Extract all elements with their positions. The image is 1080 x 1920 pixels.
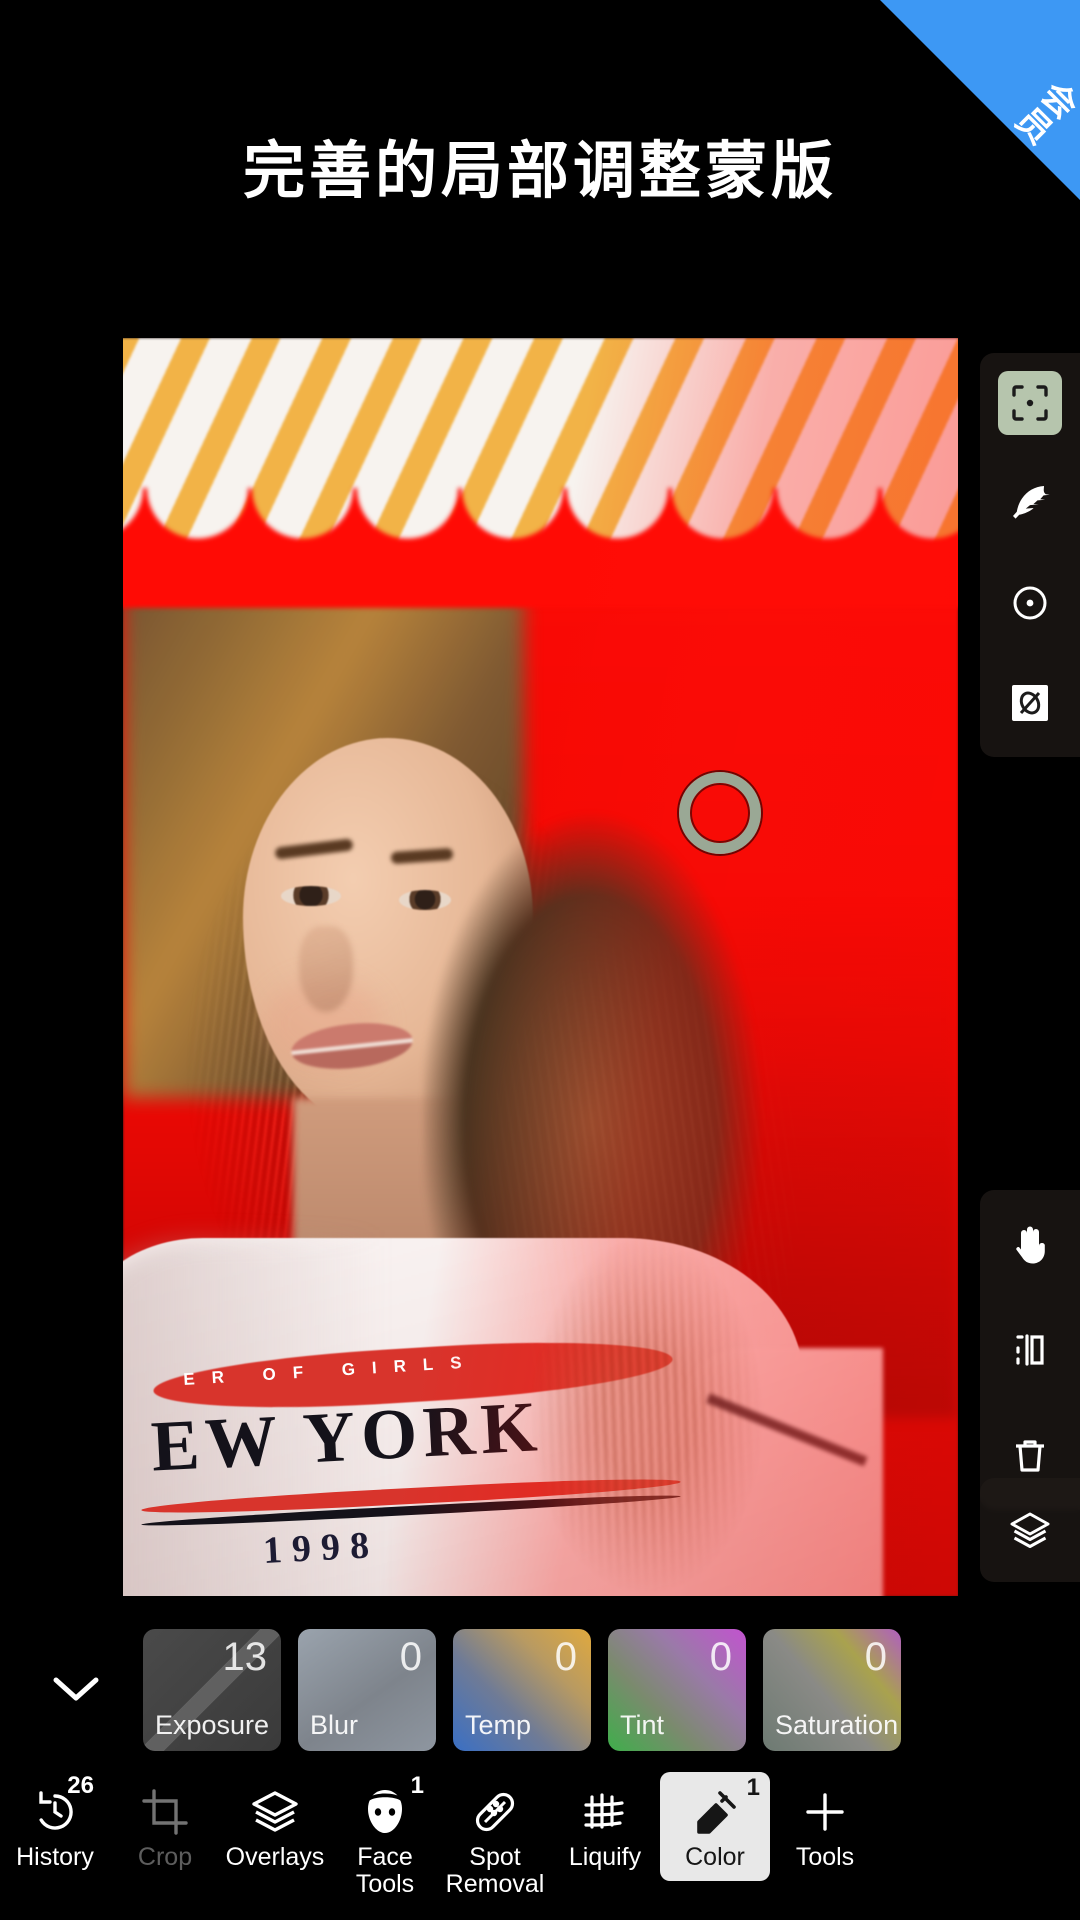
nav-item-color[interactable]: 1 Color [660, 1772, 770, 1881]
mask-selection-handle[interactable] [679, 772, 761, 854]
adjustment-label: Saturation [775, 1710, 899, 1740]
trash-icon [1008, 1434, 1052, 1478]
nav-label: Spot Removal [445, 1843, 545, 1898]
circle-dot-icon [1009, 582, 1051, 624]
target-icon [1010, 383, 1050, 423]
nav-item-overlays[interactable]: Overlays [220, 1772, 330, 1871]
subject-eye-left [281, 886, 341, 906]
layers-button[interactable] [998, 1498, 1062, 1562]
photo-canvas[interactable]: ER OF GIRLS EW YORK 1998 [123, 338, 958, 1596]
invert-icon [1009, 682, 1051, 724]
bottom-navigation: 26 History Crop Overlays 1 Face Tools Spot Remov… [0, 1760, 1080, 1920]
adjustment-card-saturation[interactable]: 0 Saturation [763, 1629, 901, 1751]
overlays-icon [249, 1784, 301, 1840]
nav-badge: 1 [746, 1774, 760, 1801]
adjustment-label: Temp [465, 1710, 532, 1740]
adjustment-label: Blur [310, 1710, 359, 1740]
nav-label: Face Tools [355, 1843, 415, 1898]
subject-nose [299, 926, 353, 1012]
invert-mask-button[interactable] [998, 671, 1062, 735]
pan-button[interactable] [998, 1212, 1062, 1276]
nav-label: Liquify [568, 1843, 642, 1871]
nav-item-tools[interactable]: Tools [770, 1772, 880, 1871]
mirror-icon [1008, 1328, 1052, 1372]
nav-label: Overlays [225, 1843, 325, 1871]
nav-item-face-tools[interactable]: 1 Face Tools [330, 1772, 440, 1898]
face-tools-icon [361, 1784, 409, 1840]
nav-item-spot-removal[interactable]: Spot Removal [440, 1772, 550, 1898]
adjustment-strip: 13 Exposure 0 Blur 0 Temp 0 Tint 0 Saturation [0, 1625, 1080, 1755]
edited-photo: ER OF GIRLS EW YORK 1998 [123, 338, 958, 1596]
spot-removal-icon [470, 1784, 520, 1840]
nav-badge: 26 [67, 1772, 94, 1799]
chevron-down-icon [48, 1670, 104, 1711]
adjustment-card-temp[interactable]: 0 Temp [453, 1629, 591, 1751]
feather-icon [1008, 481, 1052, 525]
nav-label: History [16, 1843, 94, 1871]
adjustment-label: Exposure [155, 1710, 270, 1740]
feather-button[interactable] [998, 471, 1062, 535]
adjustment-value: 0 [399, 1635, 422, 1679]
liquify-icon [580, 1784, 630, 1840]
target-mask-button[interactable] [998, 371, 1062, 435]
nav-item-liquify[interactable]: Liquify [550, 1772, 660, 1871]
plus-icon [800, 1784, 850, 1840]
adjustment-card-exposure[interactable]: 13 Exposure [143, 1629, 281, 1751]
adjustment-card-tint[interactable]: 0 Tint [608, 1629, 746, 1751]
page-title: 完善的局部调整蒙版 [242, 137, 837, 206]
nav-item-crop[interactable]: Crop [110, 1772, 220, 1871]
subject-hair-front [503, 1218, 803, 1596]
mask-toolbar [980, 353, 1080, 757]
adjustment-value: 0 [864, 1635, 887, 1679]
eyedropper-icon [690, 1784, 740, 1840]
nav-label: Color [685, 1843, 745, 1871]
transform-toolbar [980, 1190, 1080, 1510]
app-root: 会员 完善的局部调整蒙版 ER OF GIRLS EW YORK 1998 13… [0, 0, 1080, 1920]
collapse-panel-button[interactable] [26, 1640, 126, 1740]
nav-item-history[interactable]: 26 History [0, 1772, 110, 1871]
nav-badge: 1 [410, 1772, 424, 1799]
crop-icon [140, 1784, 190, 1840]
layers-icon [1007, 1507, 1053, 1553]
layers-toolbar [980, 1478, 1080, 1582]
radial-mask-button[interactable] [998, 571, 1062, 635]
nav-label: Crop [137, 1843, 193, 1871]
adjustment-card-blur[interactable]: 0 Blur [298, 1629, 436, 1751]
adjustment-value: 0 [709, 1635, 732, 1679]
adjustment-value: 0 [554, 1635, 577, 1679]
mirror-button[interactable] [998, 1318, 1062, 1382]
awning-scallop-edge [123, 488, 958, 608]
hand-icon [1008, 1222, 1052, 1266]
adjustment-value: 13 [222, 1635, 268, 1679]
tee-year-text: 1998 [261, 1523, 381, 1573]
nav-label: Tools [795, 1843, 855, 1871]
adjustment-label: Tint [620, 1710, 665, 1740]
